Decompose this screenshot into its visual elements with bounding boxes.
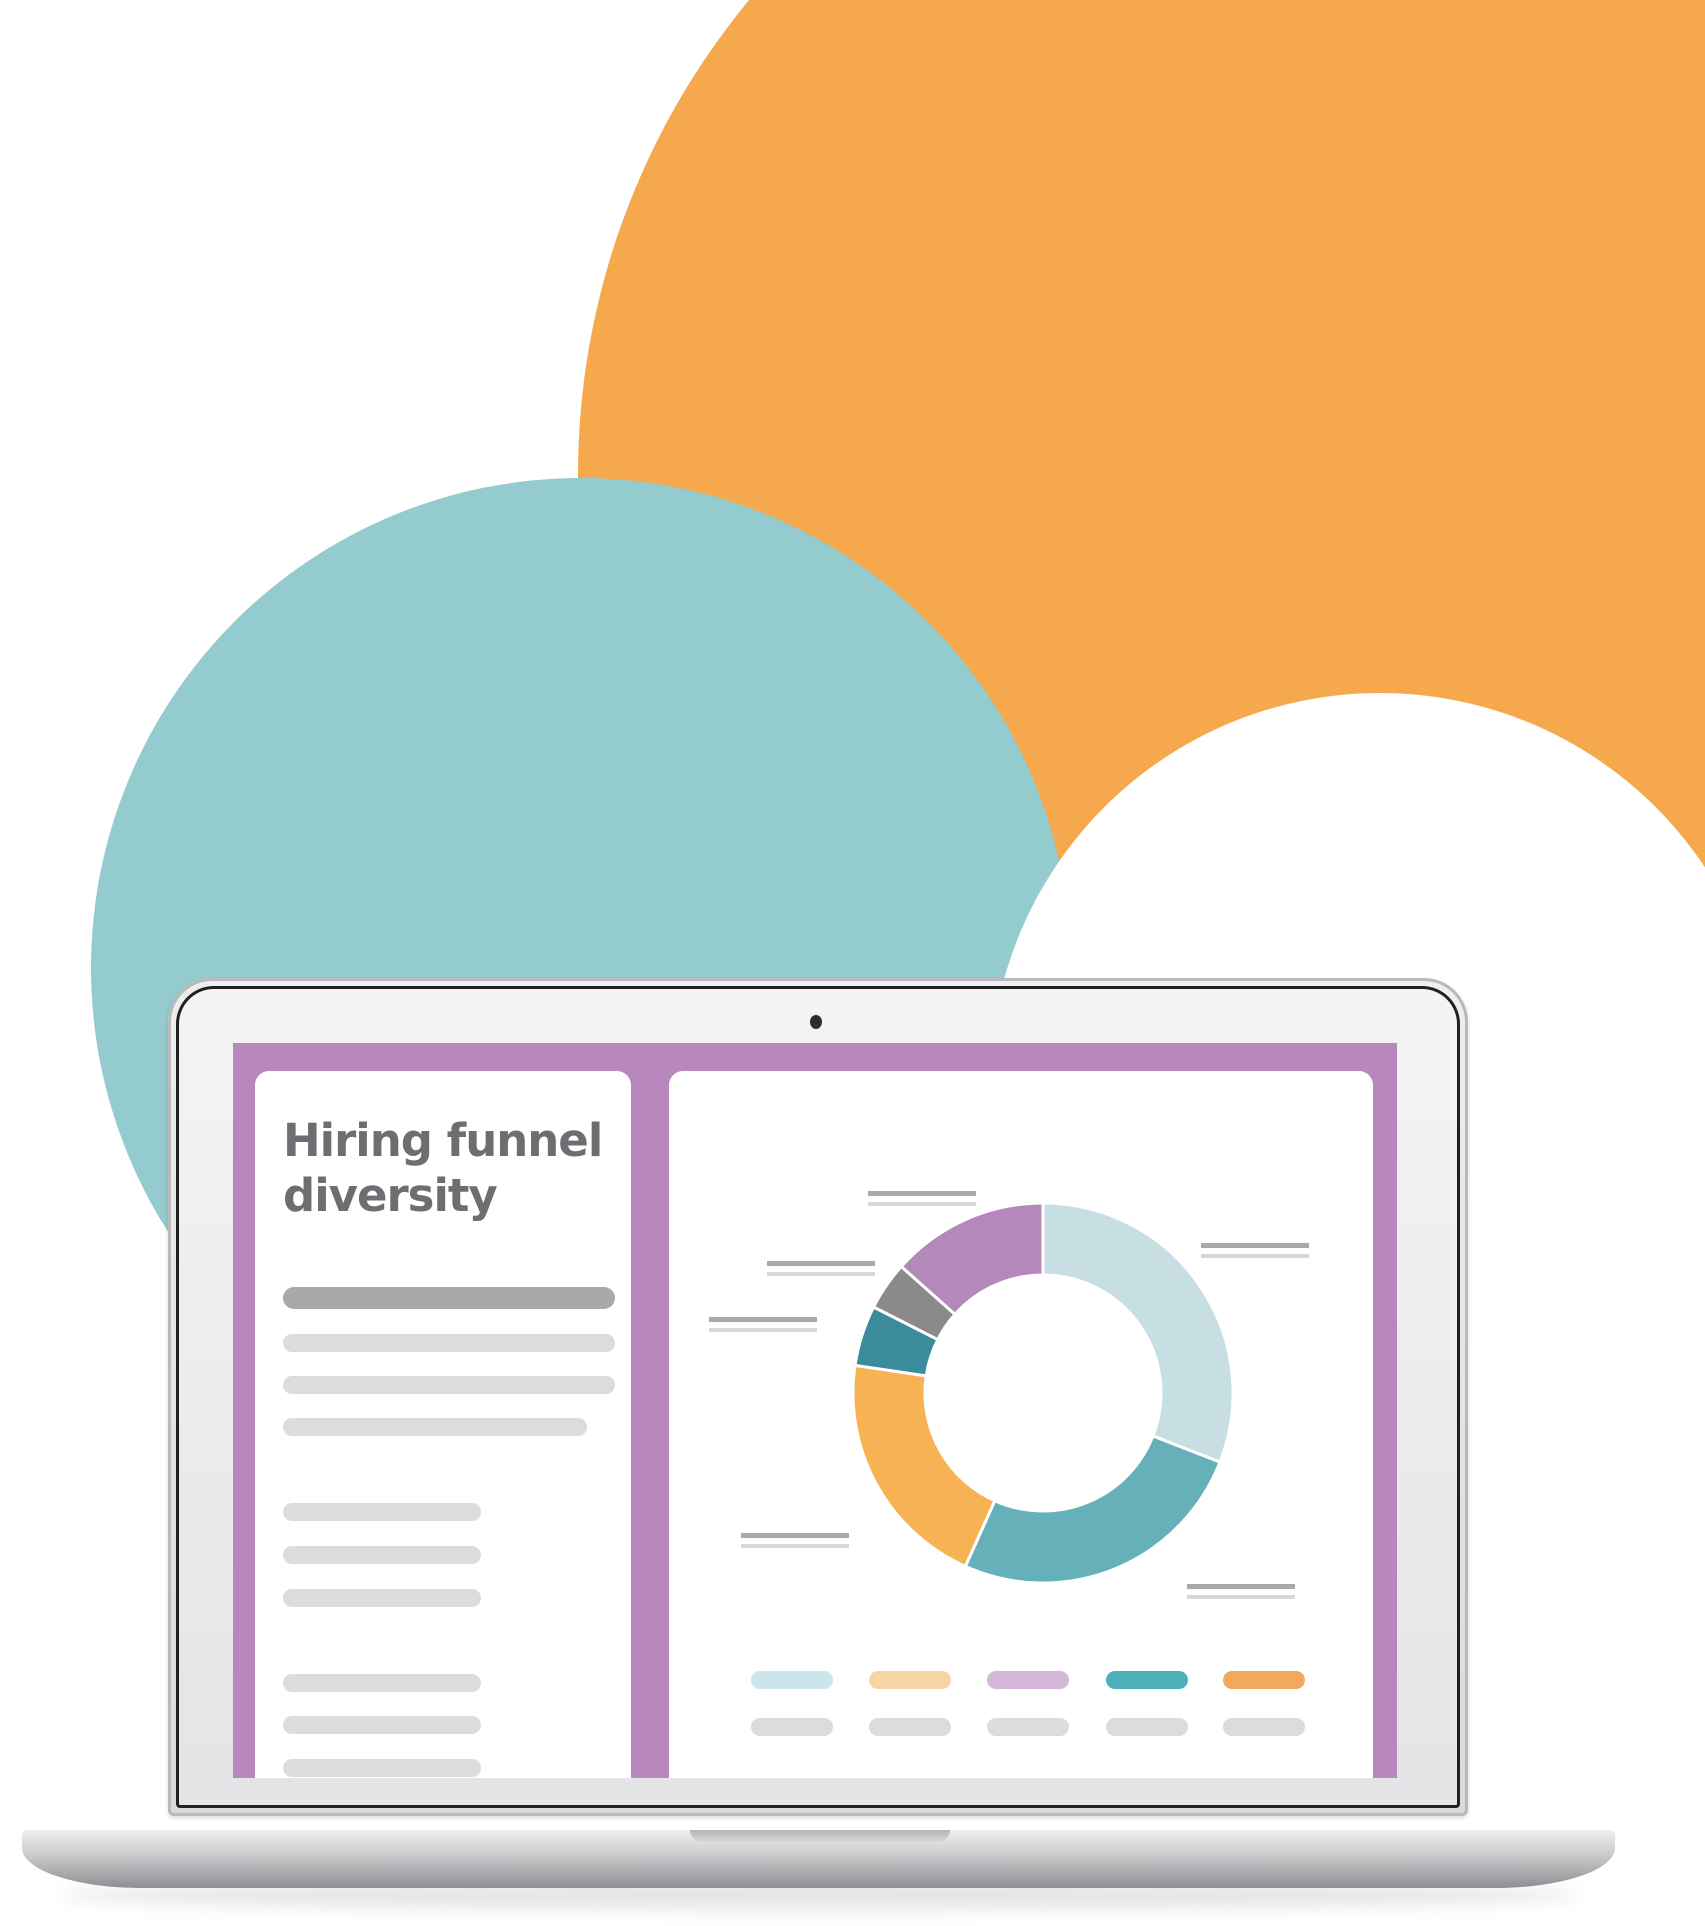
text-placeholder [283,1418,587,1436]
text-placeholder [283,1376,615,1394]
legend-label-placeholder [1106,1718,1188,1736]
text-placeholder [283,1716,481,1734]
legend-label-placeholder [1223,1718,1305,1736]
laptop-screen: Hiring funnel diversity [233,1043,1397,1778]
camera-icon [810,1015,822,1029]
slice-label-placeholder [868,1191,976,1206]
description-panel: Hiring funnel diversity [255,1071,631,1778]
text-placeholder [283,1674,481,1692]
text-placeholder [283,1546,481,1564]
legend-label-placeholder [751,1718,833,1736]
legend-swatch [1106,1671,1188,1689]
text-placeholder [283,1503,481,1521]
text-placeholder [283,1287,615,1309]
slice-label-placeholder [1201,1243,1309,1258]
slice-label-placeholder [1187,1584,1295,1599]
text-placeholder [283,1334,615,1352]
donut-slice [1041,1201,1235,1465]
legend-swatch [751,1671,833,1689]
donut-slice [963,1433,1222,1585]
legend-label-placeholder [987,1718,1069,1736]
page-title: Hiring funnel diversity [283,1114,603,1222]
text-placeholder [283,1589,481,1607]
slice-label-placeholder [709,1317,817,1332]
legend-swatch [987,1671,1069,1689]
legend-swatch [869,1671,951,1689]
illustration: Hiring funnel diversity [0,0,1705,1926]
slice-label-placeholder [767,1261,875,1276]
legend-swatch [1223,1671,1305,1689]
legend-label-placeholder [869,1718,951,1736]
text-placeholder [283,1759,481,1777]
donut-slice [851,1363,997,1569]
laptop-hinge-notch [690,1830,950,1842]
chart-panel [669,1071,1373,1778]
slice-label-placeholder [741,1533,849,1548]
